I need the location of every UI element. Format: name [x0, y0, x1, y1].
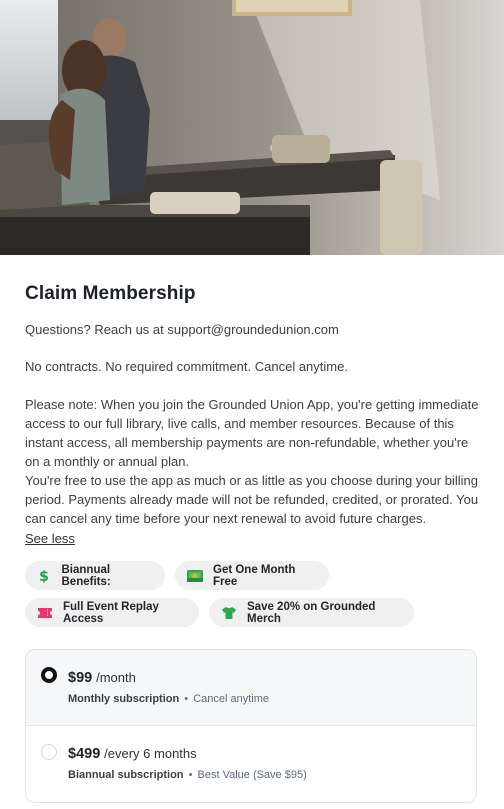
plan-options: $99 /month Monthly subscription • Cancel…	[25, 649, 477, 803]
money-bill-icon	[187, 568, 203, 584]
support-contact-text: Questions? Reach us at support@groundedu…	[25, 322, 339, 337]
refund-policy-text: Please note: When you join the Grounded …	[25, 397, 479, 469]
chip-label: Full Event Replay Access	[63, 600, 159, 625]
plan-option-biannual[interactable]: $499 /every 6 months Biannual subscripti…	[26, 726, 476, 802]
plan-note: Best Value (Save $95)	[197, 769, 307, 781]
see-less-link[interactable]: See less	[25, 531, 75, 546]
no-contracts-text: No contracts. No required commitment. Ca…	[25, 359, 348, 374]
plan-note: Cancel anytime	[193, 693, 270, 705]
chip-label: Get One Month Free	[213, 563, 296, 588]
chip-one-month-free: Get One Month Free	[175, 561, 329, 590]
chip-event-replay: Full Event Replay Access	[25, 598, 199, 627]
price-line: $499 /every 6 months	[68, 726, 476, 762]
plan-period: /month	[96, 670, 136, 685]
chip-merch-discount: Save 20% on Grounded Merch	[209, 598, 414, 627]
dollar-sign-icon: $	[37, 568, 52, 584]
plan-period: /every 6 months	[104, 746, 197, 761]
plan-name: Biannual subscription	[68, 769, 184, 781]
price-line: $99 /month	[68, 650, 476, 686]
plan-price: $499	[68, 746, 101, 762]
billing-policy-text: You're free to use the app as much or as…	[25, 473, 479, 526]
radio-selected[interactable]	[41, 667, 57, 683]
chip-label: Biannual Benefits:	[61, 563, 111, 588]
ticket-icon	[37, 605, 53, 621]
chip-biannual-benefits: $ Biannual Benefits:	[25, 561, 165, 590]
plan-name: Monthly subscription	[68, 693, 180, 705]
page-title: Claim Membership	[25, 283, 196, 304]
plan-details: Biannual subscription • Best Value (Save…	[68, 769, 476, 781]
radio-unselected[interactable]	[41, 744, 57, 760]
svg-text:$: $	[39, 569, 49, 584]
plan-details: Monthly subscription • Cancel anytime	[68, 693, 476, 705]
benefit-chips: $ Biannual Benefits: Get One Month Free …	[25, 561, 480, 627]
separator-dot: •	[184, 693, 189, 705]
plan-option-monthly[interactable]: $99 /month Monthly subscription • Cancel…	[26, 650, 476, 726]
separator-dot: •	[188, 769, 193, 781]
plan-price: $99	[68, 670, 93, 686]
chip-label: Save 20% on Grounded Merch	[247, 600, 376, 625]
hero-image	[0, 0, 504, 255]
t-shirt-icon	[221, 605, 237, 621]
